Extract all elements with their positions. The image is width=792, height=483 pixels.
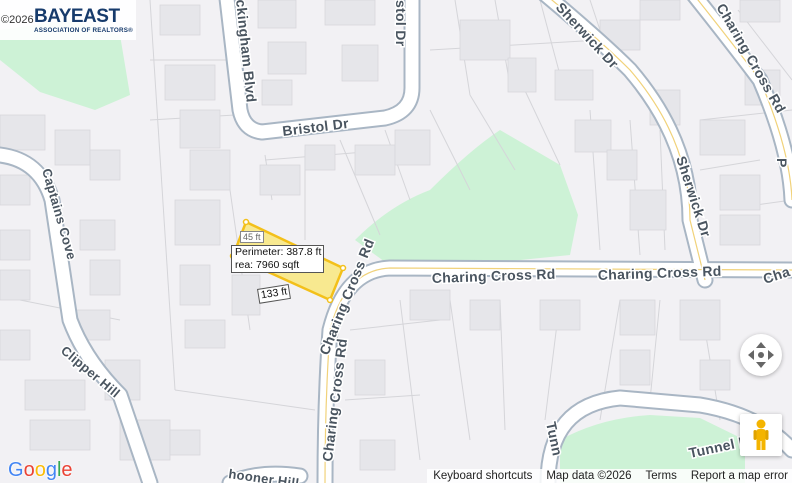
map-layer: Bristol Dr stol Dr ckingham Blvd Sherwic…	[0, 0, 792, 483]
map-footer: Keyboard shortcuts Map data ©2026 Terms …	[427, 469, 792, 483]
pegman-icon	[753, 419, 769, 450]
road-label-bristol-dr-vertical: stol Dr	[393, 0, 409, 47]
road-label-right-edge: P	[774, 158, 790, 168]
move-arrows-icon	[748, 342, 774, 368]
move-control-button[interactable]	[740, 334, 782, 376]
brand-name: BAYEAST	[34, 6, 120, 27]
measure-info-box: Perimeter: 387.8 ft rea: 7960 sqft	[231, 245, 325, 273]
area-text: rea: 7960 sqft	[235, 259, 300, 271]
measure-side-label: 45 ft	[240, 231, 264, 243]
brand-subtitle: ASSOCIATION OF REALTORS®	[34, 27, 133, 34]
map-data-text: Map data ©2026	[546, 470, 632, 482]
keyboard-shortcuts-link[interactable]: Keyboard shortcuts	[433, 470, 532, 482]
report-map-error-link[interactable]: Report a map error	[691, 470, 788, 482]
perimeter-text: Perimeter: 387.8 ft	[235, 246, 322, 258]
brand-logo: ©2026 BAYEAST ASSOCIATION OF REALTORS®	[0, 0, 136, 40]
terms-link[interactable]: Terms	[646, 470, 677, 482]
map-canvas[interactable]: Bristol Dr stol Dr ckingham Blvd Sherwic…	[0, 0, 792, 483]
street-view-pegman-button[interactable]	[740, 414, 782, 456]
google-logo: Google	[8, 459, 73, 481]
copyright-year: ©2026	[1, 14, 34, 26]
